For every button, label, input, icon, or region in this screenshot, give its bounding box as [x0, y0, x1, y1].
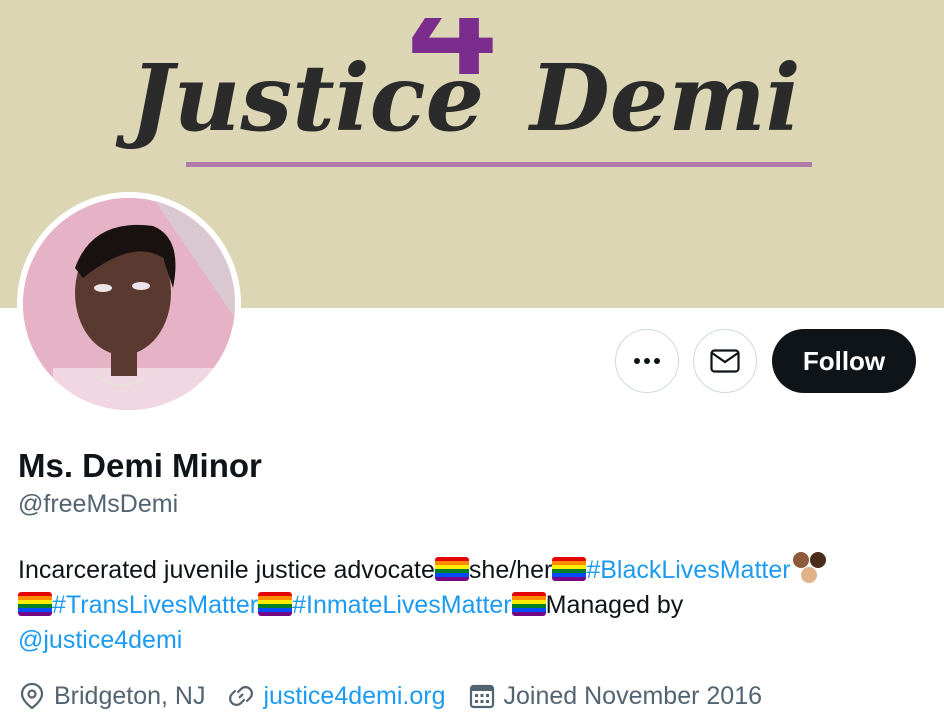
- profile-meta: Bridgeton, NJ justice4demi.org Joined No…: [18, 678, 784, 714]
- rainbow-flag-icon: [552, 557, 587, 581]
- bio-text: Incarcerated juvenile justice advocate: [18, 556, 435, 584]
- mention-link[interactable]: @justice4demi: [18, 626, 182, 654]
- avatar-photo: [23, 198, 235, 410]
- link-icon: [229, 686, 254, 706]
- rainbow-flag-icon: [434, 557, 469, 581]
- logo-underline: [186, 162, 812, 167]
- hashtag-link-blacklivesmatter[interactable]: #BlackLivesMatter: [586, 556, 790, 584]
- website-item: justice4demi.org: [227, 682, 446, 711]
- logo-text-right: Demi: [527, 44, 801, 152]
- calendar-icon: [469, 684, 494, 709]
- joined-date: Joined November 2016: [503, 681, 763, 710]
- raised-fists-icon: [792, 552, 826, 583]
- more-options-button[interactable]: [615, 329, 679, 393]
- bio-managed-by: Managed by: [545, 591, 684, 619]
- hashtag-link-translivesmatter[interactable]: #TransLivesMatter: [52, 591, 258, 619]
- rainbow-flag-icon: [18, 592, 52, 616]
- location-text: Bridgeton, NJ: [54, 681, 206, 710]
- rainbow-flag-icon: [511, 592, 546, 616]
- follow-button[interactable]: Follow: [772, 329, 916, 393]
- logo-text-left: Justice: [115, 44, 484, 152]
- rainbow-flag-icon: [258, 592, 293, 616]
- display-name: Ms. Demi Minor: [18, 447, 262, 484]
- profile-bio: Incarcerated juvenile justice advocate sh…: [18, 550, 928, 658]
- message-button[interactable]: [693, 329, 757, 393]
- location-pin-icon: [20, 682, 44, 710]
- joined-item: Joined November 2016: [468, 681, 763, 711]
- avatar[interactable]: [17, 192, 241, 416]
- hashtag-link-inmatelivesmatter[interactable]: #InmateLivesMatter: [292, 591, 512, 619]
- location-item: Bridgeton, NJ: [18, 682, 205, 711]
- bio-pronouns: she/her: [468, 556, 553, 584]
- ellipsis-icon: [634, 358, 660, 364]
- user-handle: @freeMsDemi: [18, 490, 179, 518]
- justice4demi-logo: 4 Justice Demi: [115, 18, 812, 167]
- website-link[interactable]: justice4demi.org: [263, 682, 445, 711]
- envelope-icon: [710, 349, 740, 373]
- profile-page: 4 Justice Demi Follow Ms. Demi Minor @fr…: [0, 0, 944, 728]
